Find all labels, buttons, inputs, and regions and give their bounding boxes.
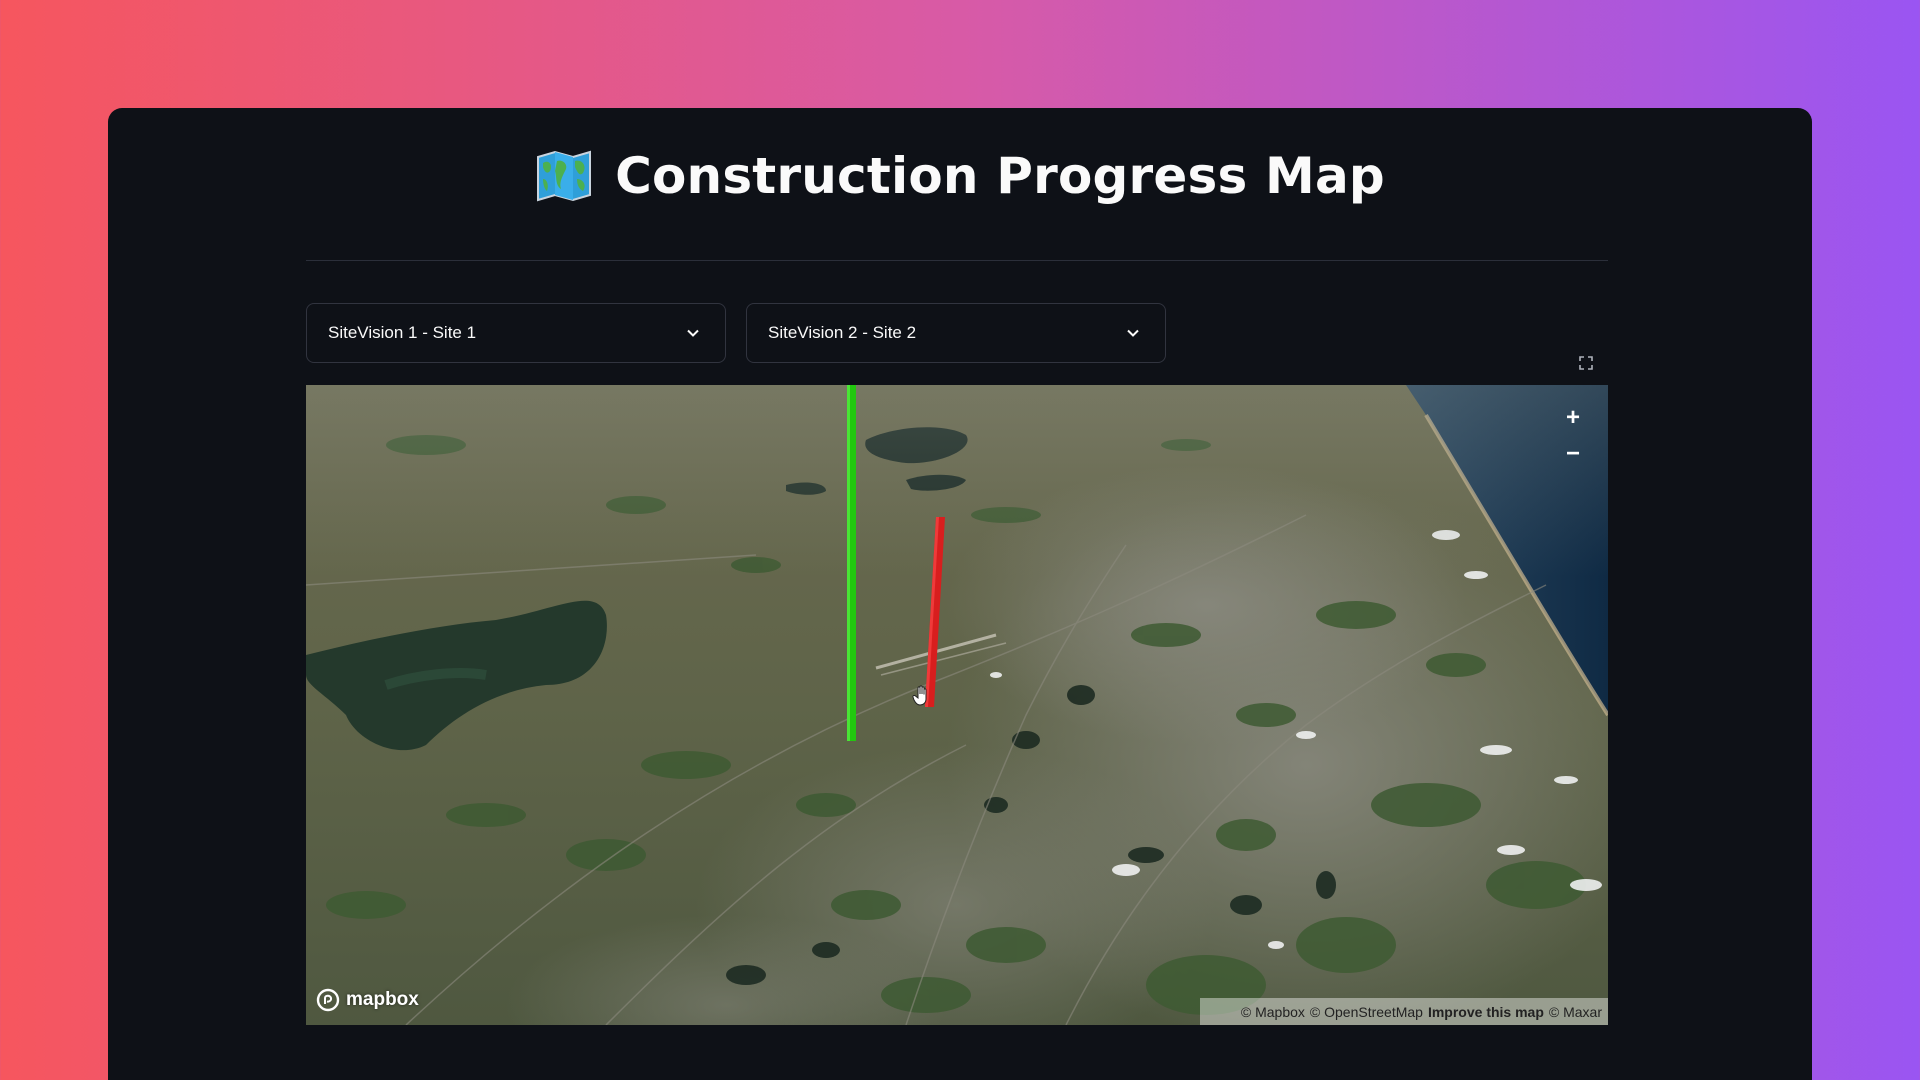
zoom-in-button[interactable]: +	[1555, 400, 1591, 436]
attribution-improve-link[interactable]: Improve this map	[1428, 1004, 1544, 1020]
attribution-osm-link[interactable]: © OpenStreetMap	[1310, 1004, 1423, 1020]
site-1-marker[interactable]	[847, 385, 856, 741]
fullscreen-button[interactable]	[1574, 351, 1598, 375]
site-1-select-value: SiteVision 1 - Site 1	[328, 323, 477, 342]
satellite-map[interactable]	[306, 385, 1608, 1025]
chevron-down-icon	[687, 329, 699, 337]
mapbox-logo[interactable]: mapbox	[316, 988, 419, 1012]
divider	[306, 260, 1608, 261]
zoom-out-label: −	[1565, 440, 1580, 467]
map-view[interactable]	[306, 385, 1608, 1025]
world-map-icon	[537, 150, 592, 202]
page-title: Construction Progress Map	[615, 147, 1385, 205]
zoom-out-button[interactable]: −	[1555, 436, 1591, 472]
fullscreen-icon	[1579, 356, 1593, 370]
mapbox-logo-icon	[316, 988, 340, 1012]
attribution-mapbox-link[interactable]: © Mapbox	[1241, 1004, 1305, 1020]
zoom-controls: + −	[1555, 400, 1591, 476]
mapbox-logo-text: mapbox	[346, 989, 419, 1010]
zoom-in-label: +	[1565, 404, 1580, 431]
map-attribution: © Mapbox © OpenStreetMap Improve this ma…	[1200, 998, 1608, 1025]
chevron-down-icon	[1127, 329, 1139, 337]
hand-cursor-icon	[912, 685, 927, 706]
attribution-maxar-link[interactable]: © Maxar	[1549, 1004, 1602, 1020]
site-2-select[interactable]: SiteVision 2 - Site 2	[746, 303, 1166, 363]
header: Construction Progress Map	[108, 136, 1812, 216]
app-window: Construction Progress Map SiteVision 1 -…	[108, 108, 1812, 1080]
site-2-select-value: SiteVision 2 - Site 2	[768, 323, 917, 342]
site-1-select[interactable]: SiteVision 1 - Site 1	[306, 303, 726, 363]
